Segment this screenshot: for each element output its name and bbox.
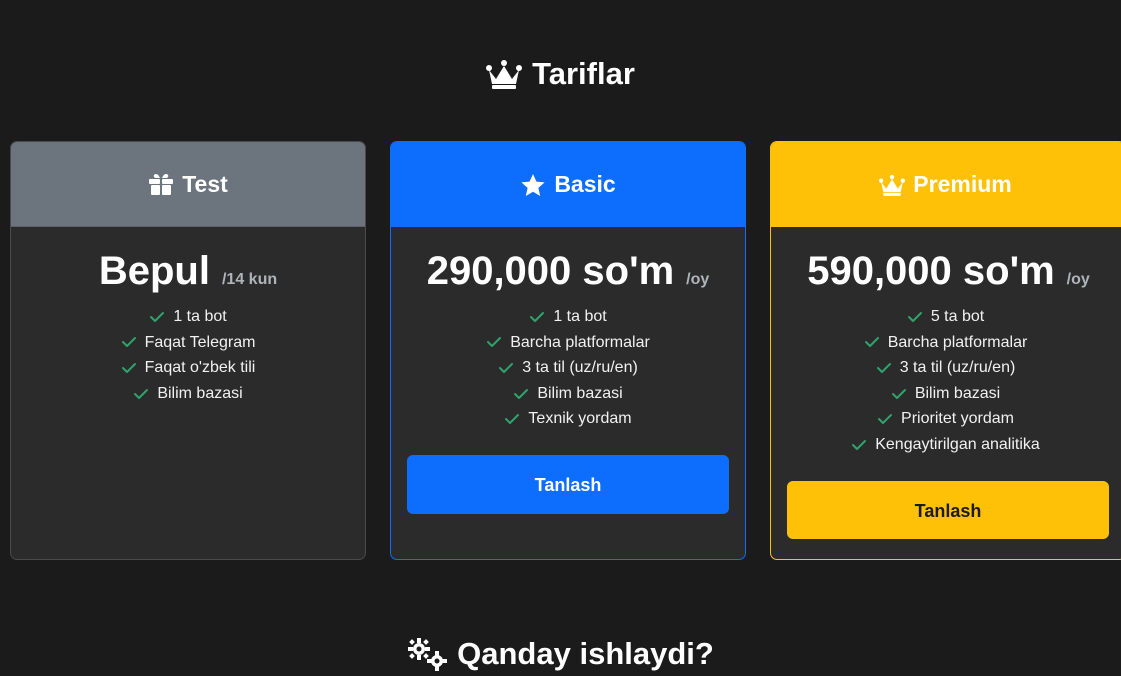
star-icon: [521, 173, 545, 196]
check-icon: [505, 414, 520, 425]
check-icon: [487, 337, 502, 348]
plan-price: 590,000 so'm: [807, 249, 1055, 293]
feature-item: 5 ta bot: [771, 304, 1120, 330]
plan-price: Bepul: [98, 249, 210, 293]
feature-item: 1 ta bot: [391, 304, 745, 330]
plan-header-basic: Basic: [391, 142, 745, 227]
check-icon: [891, 388, 906, 399]
gift-icon: [149, 174, 174, 195]
section-title-text: Qanday ishlaydi?: [457, 636, 714, 671]
section-title: Qanday ishlaydi?: [0, 632, 1121, 676]
check-icon: [514, 388, 529, 399]
feature-item: Prioritet yordam: [771, 406, 1120, 432]
plan-header-test: Test: [11, 142, 365, 227]
plan-name: Test: [182, 170, 228, 197]
feature-item: Faqat Telegram: [11, 330, 365, 356]
feature-item: 1 ta bot: [11, 304, 365, 330]
check-icon: [852, 439, 867, 450]
feature-item: Bilim bazasi: [391, 381, 745, 407]
crown-icon: [486, 60, 523, 89]
plan-period: /oy: [1066, 271, 1090, 288]
feature-item: 3 ta til (uz/ru/en): [391, 355, 745, 381]
crown-icon: [879, 174, 906, 196]
check-icon: [864, 337, 879, 348]
check-icon: [876, 362, 891, 373]
check-icon: [878, 414, 893, 425]
check-icon: [150, 311, 165, 322]
feature-item: 3 ta til (uz/ru/en): [771, 355, 1120, 381]
plan-card-test: Test Bepul /14 kun 1 ta bot Faqat Telegr…: [10, 141, 366, 560]
feature-item: Texnik yordam: [391, 406, 745, 432]
gears-icon: [408, 638, 448, 671]
check-icon: [121, 362, 136, 373]
feature-item: Faqat o'zbek tili: [11, 355, 365, 381]
feature-item: Barcha platformalar: [771, 330, 1120, 356]
feature-item: Barcha platformalar: [391, 330, 745, 356]
feature-list: 5 ta bot Barcha platformalar 3 ta til (u…: [771, 304, 1121, 458]
plan-name: Premium: [913, 171, 1012, 197]
feature-item: Kengaytirilgan analitika: [771, 432, 1120, 458]
plan-period: /oy: [686, 271, 710, 288]
check-icon: [134, 388, 149, 399]
page-title: Tariflar: [0, 52, 1121, 96]
plan-card-basic: Basic 290,000 so'm /oy 1 ta bot Barcha p…: [390, 141, 746, 560]
select-premium-button[interactable]: Tanlash: [787, 480, 1109, 539]
page-title-text: Tariflar: [532, 56, 635, 91]
price-row: Bepul /14 kun: [11, 247, 365, 295]
select-basic-button[interactable]: Tanlash: [407, 454, 729, 514]
feature-list: 1 ta bot Faqat Telegram Faqat o'zbek til…: [11, 304, 365, 406]
feature-list: 1 ta bot Barcha platformalar 3 ta til (u…: [391, 304, 745, 432]
check-icon: [907, 311, 922, 322]
price-row: 290,000 so'm /oy: [391, 247, 745, 295]
plan-price: 290,000 so'm: [426, 249, 675, 293]
plan-header-premium: Premium: [771, 142, 1121, 227]
plan-period: /14 kun: [221, 271, 278, 288]
check-icon: [121, 337, 136, 348]
feature-item: Bilim bazasi: [771, 381, 1120, 407]
plan-card-premium: Premium 590,000 so'm /oy 5 ta bot Barcha…: [770, 141, 1121, 560]
check-icon: [499, 362, 514, 373]
check-icon: [530, 311, 545, 322]
feature-item: Bilim bazasi: [11, 381, 365, 407]
price-row: 590,000 so'm /oy: [771, 247, 1121, 295]
plan-name: Basic: [554, 171, 616, 197]
